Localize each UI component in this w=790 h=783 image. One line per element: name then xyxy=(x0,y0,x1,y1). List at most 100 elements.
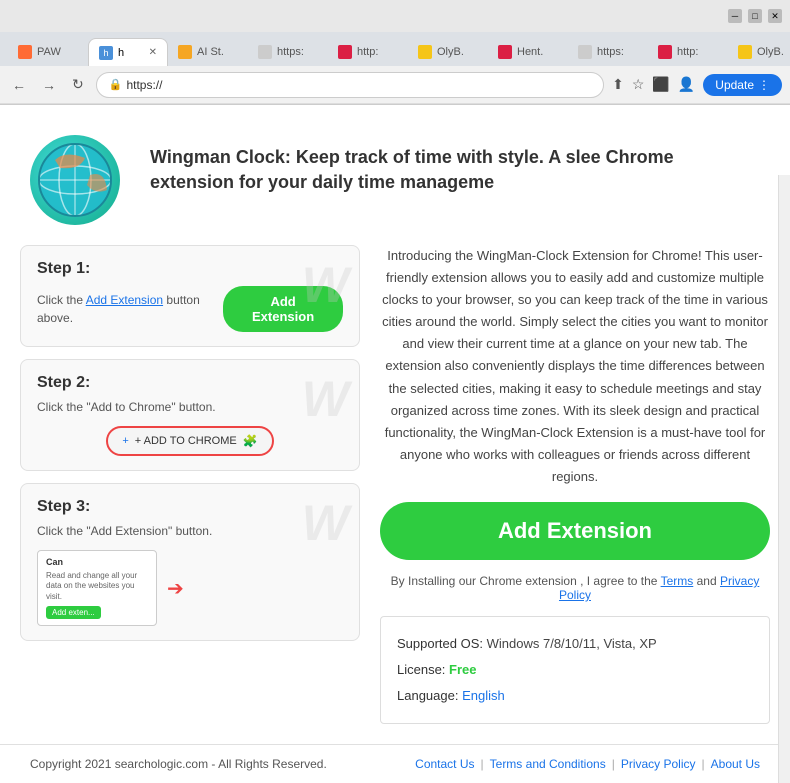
step-1-card: W Step 1: Click the Add Extension button… xyxy=(20,245,360,347)
tab-http2-favicon xyxy=(338,45,352,59)
footer-about-link[interactable]: About Us xyxy=(711,757,760,771)
footer-privacy-link[interactable]: Privacy Policy xyxy=(621,757,696,771)
scrollbar[interactable] xyxy=(778,175,790,783)
tab-olyb1-title: OlyB. xyxy=(437,46,464,58)
tab-olyb1[interactable]: OlyB. xyxy=(408,38,488,66)
minimize-button[interactable]: ─ xyxy=(728,9,742,23)
chrome-plus-icon: + xyxy=(122,435,128,447)
forward-button[interactable]: → xyxy=(38,75,60,95)
update-chevron: ⋮ xyxy=(758,78,770,92)
add-extension-big-button[interactable]: Add Extension xyxy=(380,502,770,560)
step-2-title: Step 2: xyxy=(37,374,343,392)
page-headline: Wingman Clock: Keep track of time with s… xyxy=(150,135,760,195)
browser-frame: ─ □ ✕ PAW h h ✕ AI St. https: http: xyxy=(0,0,790,105)
chrome-btn-mock: + + ADD TO CHROME 🧩 xyxy=(106,426,273,456)
tab-h-favicon: h xyxy=(99,46,113,60)
title-bar: ─ □ ✕ xyxy=(0,0,790,32)
step-3-title: Step 3: xyxy=(37,498,343,516)
tab-ai-title: AI St. xyxy=(197,46,224,58)
tab-olyb2-title: OlyB. xyxy=(757,46,784,58)
tab-http4[interactable]: http: xyxy=(648,38,728,66)
toolbar-icons: ⬆ ☆ ⬛ 👤 Update ⋮ xyxy=(612,74,782,96)
main-area: W Step 1: Click the Add Extension button… xyxy=(0,245,790,744)
footer-sep-3: | xyxy=(702,757,705,771)
profile-icon[interactable]: 👤 xyxy=(678,76,695,93)
step-2-card: W Step 2: Click the "Add to Chrome" butt… xyxy=(20,359,360,471)
step-2-desc: Click the "Add to Chrome" button. xyxy=(37,398,343,416)
dialog-mock: Can Read and change all your data on the… xyxy=(37,550,157,626)
tab-paw-title: PAW xyxy=(37,46,61,58)
os-label: Supported OS: xyxy=(397,636,483,651)
terms-link[interactable]: Terms xyxy=(661,574,694,588)
arrow-icon: ➔ xyxy=(167,576,184,601)
step-1-link[interactable]: Add Extension xyxy=(86,293,163,307)
step-1-add-btn[interactable]: Add Extension xyxy=(223,286,343,332)
tab-ai[interactable]: AI St. xyxy=(168,38,248,66)
license-label: License: xyxy=(397,662,445,677)
tab-h-close[interactable]: ✕ xyxy=(149,47,157,58)
bookmark-icon[interactable]: ☆ xyxy=(632,76,645,93)
tab-hent-favicon xyxy=(498,45,512,59)
dialog-add-btn: Add exten... xyxy=(46,606,101,619)
update-button[interactable]: Update ⋮ xyxy=(703,74,782,96)
footer-terms-link[interactable]: Terms and Conditions xyxy=(490,757,606,771)
globe-svg xyxy=(35,140,115,220)
tab-olyb2[interactable]: OlyB. xyxy=(728,38,790,66)
logo-area xyxy=(30,135,120,225)
tab-hent-title: Hent. xyxy=(517,46,543,58)
tab-https3[interactable]: https: xyxy=(568,38,648,66)
info-language-row: Language: English xyxy=(397,683,753,709)
info-os-row: Supported OS: Windows 7/8/10/11, Vista, … xyxy=(397,631,753,657)
step-2-chrome: + + ADD TO CHROME 🧩 xyxy=(37,426,343,456)
page-wrapper: Wingman Clock: Keep track of time with s… xyxy=(0,105,790,783)
description-column: Introducing the WingMan-Clock Extension … xyxy=(380,245,770,724)
address-input[interactable]: 🔒 https:// xyxy=(96,72,604,98)
language-label: Language: xyxy=(397,688,458,703)
address-bar: ← → ↻ 🔒 https:// ⬆ ☆ ⬛ 👤 Update ⋮ xyxy=(0,66,790,104)
tab-http4-title: http: xyxy=(677,46,698,58)
description-text: Introducing the WingMan-Clock Extension … xyxy=(380,245,770,488)
update-label: Update xyxy=(715,78,754,92)
tab-paw-favicon xyxy=(18,45,32,59)
tab-olyb2-favicon xyxy=(738,45,752,59)
window-controls: ─ □ ✕ xyxy=(728,9,782,23)
step-3-card: W Step 3: Click the "Add Extension" butt… xyxy=(20,483,360,641)
reload-button[interactable]: ↻ xyxy=(68,74,88,95)
tab-h[interactable]: h h ✕ xyxy=(88,38,168,66)
tab-hent[interactable]: Hent. xyxy=(488,38,568,66)
tab-https1-favicon xyxy=(258,45,272,59)
install-note-and: and xyxy=(697,574,717,588)
install-note: By Installing our Chrome extension , I a… xyxy=(380,574,770,602)
info-license-row: License: Free xyxy=(397,657,753,683)
footer-sep-1: | xyxy=(481,757,484,771)
share-icon[interactable]: ⬆ xyxy=(612,76,624,93)
page-content: Wingman Clock: Keep track of time with s… xyxy=(0,105,790,744)
footer-contact-link[interactable]: Contact Us xyxy=(415,757,474,771)
language-value: English xyxy=(462,688,505,703)
os-value: Windows 7/8/10/11, Vista, XP xyxy=(487,636,657,651)
install-note-prefix: By Installing our Chrome extension , I a… xyxy=(391,574,661,588)
tab-https1[interactable]: https: xyxy=(248,38,328,66)
address-text: https:// xyxy=(126,78,162,92)
license-value: Free xyxy=(449,662,476,677)
step-3-preview: Can Read and change all your data on the… xyxy=(37,550,343,626)
tab-https3-title: https: xyxy=(597,46,624,58)
step-1-desc: Click the Add Extension button above. xyxy=(37,291,223,327)
back-button[interactable]: ← xyxy=(8,75,30,95)
chrome-btn-label: + ADD TO CHROME xyxy=(135,435,237,447)
tab-paw[interactable]: PAW xyxy=(8,38,88,66)
tab-http2[interactable]: http: xyxy=(328,38,408,66)
maximize-button[interactable]: □ xyxy=(748,9,762,23)
tab-http2-title: http: xyxy=(357,46,378,58)
footer-sep-2: | xyxy=(612,757,615,771)
extension-icon[interactable]: ⬛ xyxy=(652,76,669,93)
tab-http4-favicon xyxy=(658,45,672,59)
step-1-title: Step 1: xyxy=(37,260,343,278)
step-1-content: Click the Add Extension button above. Ad… xyxy=(37,286,343,332)
tab-bar: PAW h h ✕ AI St. https: http: OlyB. Hent… xyxy=(0,32,790,66)
dialog-title: Can xyxy=(46,557,148,567)
steps-column: W Step 1: Click the Add Extension button… xyxy=(20,245,360,724)
close-button[interactable]: ✕ xyxy=(768,9,782,23)
step-1-desc-prefix: Click the xyxy=(37,293,86,307)
chrome-puzzle-icon: 🧩 xyxy=(243,434,258,448)
